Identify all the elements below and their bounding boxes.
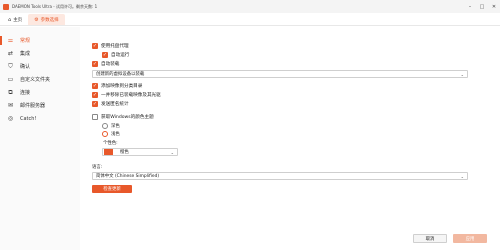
language-select[interactable]: 简体中文 (Chinese Simplified) ⌄ [92, 172, 468, 180]
color-swatch [104, 149, 113, 155]
theme-dark-label: 深色 [111, 124, 120, 129]
sidebar: ⚌ 常规 ⇄ 集成 ⛉ 确认 ▭ 自定义文件夹 ⧉ 连接 ✉ 邮件服务器 ◎ C… [0, 27, 80, 250]
tab-preferences[interactable]: ⚙ 参数选择 [28, 14, 65, 25]
auto-mount-option[interactable]: ✓ 自动装载 [92, 61, 119, 67]
sidebar-item-catch[interactable]: ◎ Catch! [0, 112, 80, 125]
use-tray-agent-option[interactable]: ✓ 使用托盘代理 [92, 43, 129, 49]
auto-run-option[interactable]: ✓ 自动运行 [102, 52, 129, 58]
sidebar-item-confirm[interactable]: ⛉ 确认 [0, 60, 80, 73]
sidebar-item-general[interactable]: ⚌ 常规 [0, 34, 80, 47]
checkbox-checked-icon[interactable]: ✓ [92, 43, 98, 49]
catch-icon: ◎ [7, 115, 14, 122]
windows-theme-option[interactable]: 获取Windows的颜色主题 [92, 114, 154, 120]
add-to-catalog-label: 添加映像到分类目录 [101, 84, 143, 89]
radio-selected-icon[interactable] [102, 131, 108, 137]
sidebar-item-label: 邮件服务器 [20, 103, 46, 109]
chevron-down-icon: ⌄ [170, 150, 174, 155]
cancel-button[interactable]: 取消 [413, 234, 447, 243]
shuffle-icon: ⇄ [7, 50, 14, 57]
auto-mount-label: 自动装载 [101, 62, 120, 67]
checkbox-checked-icon[interactable]: ✓ [102, 52, 108, 58]
shield-icon: ⛉ [8, 62, 13, 70]
sidebar-item-integration[interactable]: ⇄ 集成 [0, 47, 80, 60]
tab-home[interactable]: ⌂ 主页 [2, 14, 28, 25]
close-icon[interactable]: ✕ [488, 0, 500, 13]
gear-icon: ⚙ [34, 16, 39, 23]
sidebar-item-label: 确认 [20, 64, 31, 70]
mount-device-select[interactable]: 创建新的虚拟设备以装载 ⌄ [92, 70, 468, 78]
auto-run-label: 自动运行 [111, 53, 130, 58]
personal-color-value: 橙色 [120, 150, 129, 155]
tab-label: 参数选择 [40, 17, 59, 23]
theme-light-label: 浅色 [111, 132, 120, 137]
sidebar-item-label: 连接 [20, 90, 31, 96]
apply-button[interactable]: 应用 [453, 234, 487, 243]
minimize-icon[interactable]: – [464, 0, 476, 13]
checkbox-unchecked-icon[interactable] [92, 114, 98, 120]
home-icon: ⌂ [8, 16, 12, 23]
tab-bar: ⌂ 主页 ⚙ 参数选择 [0, 13, 500, 26]
app-logo-icon [3, 3, 9, 10]
tab-label: 主页 [13, 17, 23, 23]
checkbox-checked-icon[interactable]: ✓ [92, 83, 98, 89]
sidebar-item-mail-server[interactable]: ✉ 邮件服务器 [0, 99, 80, 112]
sidebar-item-connection[interactable]: ⧉ 连接 [0, 86, 80, 99]
folder-icon: ▭ [7, 76, 14, 83]
sidebar-item-label: 自定义文件夹 [20, 77, 51, 83]
checkbox-checked-icon[interactable]: ✓ [92, 92, 98, 98]
personal-color-label: 个性色: [103, 141, 118, 146]
mail-icon: ✉ [7, 102, 14, 109]
theme-light-option[interactable]: 浅色 [102, 131, 120, 137]
window-controls: – □ ✕ [464, 0, 500, 13]
radio-unselected-icon[interactable] [102, 123, 108, 129]
sidebar-item-label: 集成 [20, 51, 31, 57]
language-label: 语言: [92, 165, 103, 170]
check-updates-button[interactable]: 检查更新 [92, 185, 132, 193]
sliders-icon: ⚌ [7, 37, 14, 44]
personal-color-select[interactable]: 橙色 ⌄ [102, 148, 178, 156]
network-icon: ⧉ [8, 88, 13, 96]
language-value: 简体中文 (Chinese Simplified) [96, 174, 160, 179]
anonymous-stats-label: 发送匿名统计 [101, 102, 129, 107]
windows-theme-label: 获取Windows的颜色主题 [101, 115, 154, 120]
anonymous-stats-option[interactable]: ✓ 发送匿名统计 [92, 101, 129, 107]
use-tray-agent-label: 使用托盘代理 [101, 44, 129, 49]
title-bar: DAEMON Tools Ultra - 试用许可。剩余天数: 1 – □ ✕ [0, 0, 500, 13]
mount-device-value: 创建新的虚拟设备以装载 [96, 72, 145, 77]
add-to-catalog-option[interactable]: ✓ 添加映像到分类目录 [92, 83, 142, 89]
remove-with-drive-label: 一并移除已装载映像及其光驱 [101, 93, 161, 98]
chevron-down-icon: ⌄ [460, 72, 464, 77]
remove-with-drive-option[interactable]: ✓ 一并移除已装载映像及其光驱 [92, 92, 161, 98]
sidebar-item-label: Catch! [20, 115, 37, 122]
sidebar-item-label: 常规 [20, 38, 31, 44]
sidebar-item-custom-folders[interactable]: ▭ 自定义文件夹 [0, 73, 80, 86]
general-settings-panel: ✓ 使用托盘代理 ✓ 自动运行 ✓ 自动装载 创建新的虚拟设备以装载 ⌄ ✓ 添… [90, 27, 470, 250]
maximize-icon[interactable]: □ [476, 0, 488, 13]
theme-dark-option[interactable]: 深色 [102, 123, 120, 129]
chevron-down-icon: ⌄ [460, 174, 464, 179]
checkbox-checked-icon[interactable]: ✓ [92, 101, 98, 107]
checkbox-checked-icon[interactable]: ✓ [92, 61, 98, 67]
window-title: DAEMON Tools Ultra - 试用许可。剩余天数: 1 [12, 3, 98, 9]
